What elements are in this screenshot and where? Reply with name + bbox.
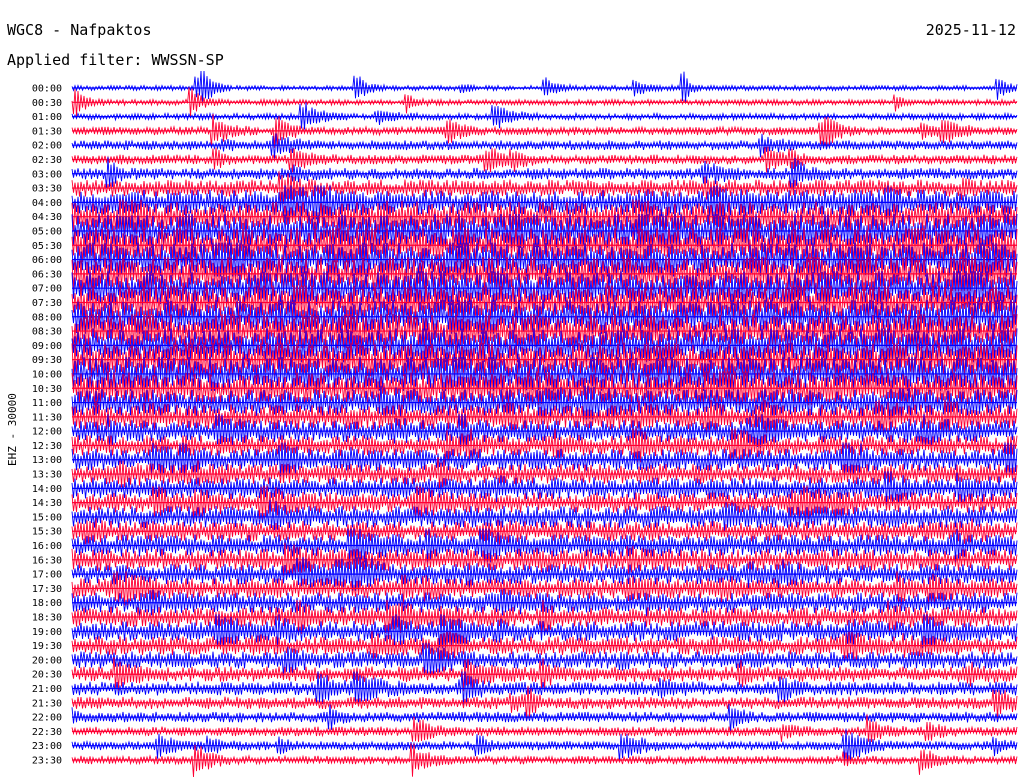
row-time-label: 17:30 — [32, 584, 62, 595]
row-time-label: 17:00 — [32, 570, 62, 581]
row-time-label: 01:30 — [32, 126, 62, 137]
row-time-label: 19:30 — [32, 641, 62, 652]
row-time-label: 12:00 — [32, 427, 62, 438]
helicorder-plot: 00:00 00:30 01:00 01:30 02:00 02:30 03:00 03:30… — [32, 70, 1018, 778]
row-time-label: 11:00 — [32, 398, 62, 409]
row-time-label: 07:00 — [32, 284, 62, 295]
row-time-label: 04:00 — [32, 198, 62, 209]
row-time-label: 03:00 — [32, 169, 62, 180]
row-time-label: 08:30 — [32, 327, 62, 338]
row-time-label: 11:30 — [32, 412, 62, 423]
row-time-label: 22:30 — [32, 727, 62, 738]
row-time-label: 06:00 — [32, 255, 62, 266]
row-time-label: 21:30 — [32, 698, 62, 709]
row-time-label: 02:30 — [32, 155, 62, 166]
row-time-label: 12:30 — [32, 441, 62, 452]
row-time-label: 04:30 — [32, 212, 62, 223]
row-time-label: 23:00 — [32, 741, 62, 752]
row-time-label: 03:30 — [32, 184, 62, 195]
row-time-label: 10:30 — [32, 384, 62, 395]
row-time-label: 02:00 — [32, 141, 62, 152]
row-time-label: 16:00 — [32, 541, 62, 552]
row-time-label: 18:30 — [32, 613, 62, 624]
row-time-label: 09:30 — [32, 355, 62, 366]
row-time-label: 00:00 — [32, 84, 62, 95]
row-time-label: 05:30 — [32, 241, 62, 252]
row-time-label: 07:30 — [32, 298, 62, 309]
helicorder-page: WGC8 - Nafpaktos 2025-11-12 Applied filt… — [0, 0, 1024, 780]
row-time-label: 13:00 — [32, 455, 62, 466]
row-time-label: 15:00 — [32, 512, 62, 523]
row-time-label: 22:00 — [32, 713, 62, 724]
row-time-label: 21:00 — [32, 684, 62, 695]
row-time-label: 10:00 — [32, 369, 62, 380]
row-time-label: 05:00 — [32, 226, 62, 237]
row-time-label: 08:00 — [32, 312, 62, 323]
row-time-label: 14:30 — [32, 498, 62, 509]
row-time-label: 00:30 — [32, 98, 62, 109]
row-time-label: 20:00 — [32, 655, 62, 666]
row-time-label: 23:30 — [32, 756, 62, 767]
row-time-label: 13:30 — [32, 470, 62, 481]
row-time-label: 16:30 — [32, 555, 62, 566]
row-time-label: 18:00 — [32, 598, 62, 609]
row-time-label: 20:30 — [32, 670, 62, 681]
row-time-label: 01:00 — [32, 112, 62, 123]
row-time-label: 19:00 — [32, 627, 62, 638]
row-time-label: 06:30 — [32, 269, 62, 280]
row-time-label: 14:00 — [32, 484, 62, 495]
row-time-label: 15:30 — [32, 527, 62, 538]
row-time-label: 09:00 — [32, 341, 62, 352]
